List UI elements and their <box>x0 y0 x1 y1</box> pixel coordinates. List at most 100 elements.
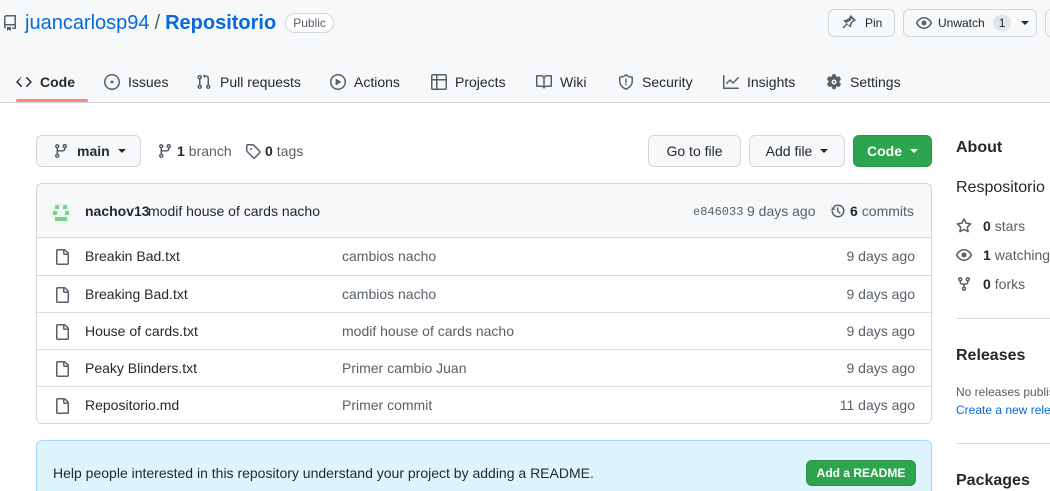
tab-projects[interactable]: Projects <box>431 60 506 103</box>
stars-link[interactable]: 0 stars <box>956 218 1025 234</box>
tab-code[interactable]: Code <box>16 60 75 103</box>
file-name-link[interactable]: Repositorio.md <box>85 397 179 413</box>
watch-label: Unwatch <box>938 16 985 30</box>
tab-label: Insights <box>747 73 796 90</box>
tab-issues[interactable]: Issues <box>104 60 168 103</box>
pin-label: Pin <box>865 16 883 30</box>
forks-label: forks <box>994 276 1026 292</box>
sidebar-divider <box>956 443 1050 444</box>
history-icon <box>830 203 850 219</box>
packages-heading[interactable]: Packages <box>956 472 1030 490</box>
table-icon <box>431 73 455 90</box>
file-row[interactable]: Repositorio.md Primer commit 11 days ago <box>37 386 931 423</box>
file-row[interactable]: Breaking Bad.txt cambios nacho 9 days ag… <box>37 275 931 312</box>
branch-icon <box>53 143 77 159</box>
file-commit-message[interactable]: cambios nacho <box>342 286 436 302</box>
shield-icon <box>618 73 642 90</box>
watching-link[interactable]: 1 watching <box>956 247 1050 263</box>
commit-sha-link[interactable]: e846033 <box>693 205 743 219</box>
watch-button[interactable]: Unwatch 1 <box>903 9 1037 37</box>
latest-commit-bar: nachov13 modif house of cards nacho e846… <box>37 184 931 238</box>
file-commit-message[interactable]: modif house of cards nacho <box>342 323 514 339</box>
commit-author-link[interactable]: nachov13 <box>85 203 150 219</box>
code-icon <box>16 74 40 90</box>
chevron-down-icon <box>910 149 918 153</box>
tab-label: Actions <box>354 73 400 90</box>
branches-link[interactable]: 1 branch <box>157 135 232 167</box>
commits-count: 6 <box>850 203 858 219</box>
releases-heading[interactable]: Releases <box>956 347 1025 365</box>
file-icon <box>54 361 70 377</box>
forks-link[interactable]: 0 forks <box>956 276 1025 292</box>
about-heading: About <box>956 139 1003 156</box>
tab-label: Security <box>642 73 693 90</box>
forks-count: 0 <box>983 276 991 292</box>
add-file-button[interactable]: Add file <box>749 135 845 167</box>
commit-message-link[interactable]: modif house of cards nacho <box>148 203 320 219</box>
pull-request-icon <box>196 73 220 90</box>
chevron-down-icon <box>117 149 126 153</box>
sidebar-divider <box>956 318 1050 319</box>
add-readme-button[interactable]: Add a README <box>806 460 916 486</box>
file-name-link[interactable]: House of cards.txt <box>85 323 198 339</box>
repo-icon <box>2 15 18 31</box>
tags-label: tags <box>276 143 304 159</box>
file-icon <box>54 398 70 414</box>
visibility-badge: Public <box>285 13 334 33</box>
file-row[interactable]: Peaky Blinders.txt Primer cambio Juan 9 … <box>37 349 931 386</box>
file-commit-message[interactable]: Primer cambio Juan <box>342 360 467 376</box>
file-row[interactable]: Breakin Bad.txt cambios nacho 9 days ago <box>37 238 931 275</box>
book-icon <box>536 74 560 90</box>
tab-settings[interactable]: Settings <box>826 60 901 103</box>
tab-pull-requests[interactable]: Pull requests <box>196 60 301 103</box>
star-icon <box>956 218 983 234</box>
stars-label: stars <box>994 218 1026 234</box>
create-release-link[interactable]: Create a new relea <box>956 403 1050 417</box>
fork-icon <box>956 276 983 292</box>
file-icon <box>54 324 70 340</box>
repo-owner-link[interactable]: juancarlosp94 <box>25 12 150 35</box>
pin-button[interactable]: Pin <box>828 9 895 37</box>
avatar[interactable] <box>50 202 72 224</box>
chevron-down-icon <box>820 149 829 153</box>
file-name-link[interactable]: Peaky Blinders.txt <box>85 360 197 376</box>
eye-icon <box>916 15 932 31</box>
about-description: Respositorio G <box>956 179 1050 196</box>
code-button-label: Code <box>867 143 902 159</box>
file-commit-message[interactable]: Primer commit <box>342 397 432 413</box>
repo-separator: / <box>154 11 161 34</box>
file-age: 9 days ago <box>846 360 916 376</box>
readme-banner: Help people interested in this repositor… <box>36 440 932 491</box>
add-file-label: Add file <box>765 143 813 159</box>
tab-security[interactable]: Security <box>618 60 693 103</box>
file-name-link[interactable]: Breakin Bad.txt <box>85 248 180 264</box>
tab-actions[interactable]: Actions <box>330 60 400 103</box>
tab-label: Settings <box>850 73 901 90</box>
commit-time: 9 days ago <box>747 203 816 219</box>
file-name-link[interactable]: Breaking Bad.txt <box>85 286 188 302</box>
watching-label: watching <box>994 247 1050 263</box>
repo-name-link[interactable]: Repositorio <box>165 12 276 35</box>
code-button[interactable]: Code <box>853 135 932 167</box>
fork-button[interactable] <box>1045 9 1050 37</box>
go-to-file-button[interactable]: Go to file <box>648 135 741 167</box>
file-commit-message[interactable]: cambios nacho <box>342 248 436 264</box>
gear-icon <box>826 73 850 90</box>
tag-icon <box>245 143 265 159</box>
repo-header: juancarlosp94 / Repositorio Public Pin U… <box>0 0 1050 103</box>
branch-icon <box>157 143 177 159</box>
tags-link[interactable]: 0 tags <box>245 135 303 167</box>
branch-select-button[interactable]: main <box>36 135 141 167</box>
file-age: 11 days ago <box>839 397 915 413</box>
tab-label: Code <box>40 73 75 90</box>
commits-history-link[interactable]: 6 commits <box>830 203 914 219</box>
tab-label: Issues <box>128 73 169 90</box>
active-tab-indicator <box>16 99 88 102</box>
repo-title: juancarlosp94 / Repositorio Public <box>2 10 334 36</box>
stars-count: 0 <box>983 218 991 234</box>
releases-empty-text: No releases publis <box>956 385 1050 399</box>
tab-wiki[interactable]: Wiki <box>536 60 586 103</box>
file-row[interactable]: House of cards.txt modif house of cards … <box>37 312 931 349</box>
tab-label: Wiki <box>560 73 587 90</box>
tab-insights[interactable]: Insights <box>723 60 795 103</box>
